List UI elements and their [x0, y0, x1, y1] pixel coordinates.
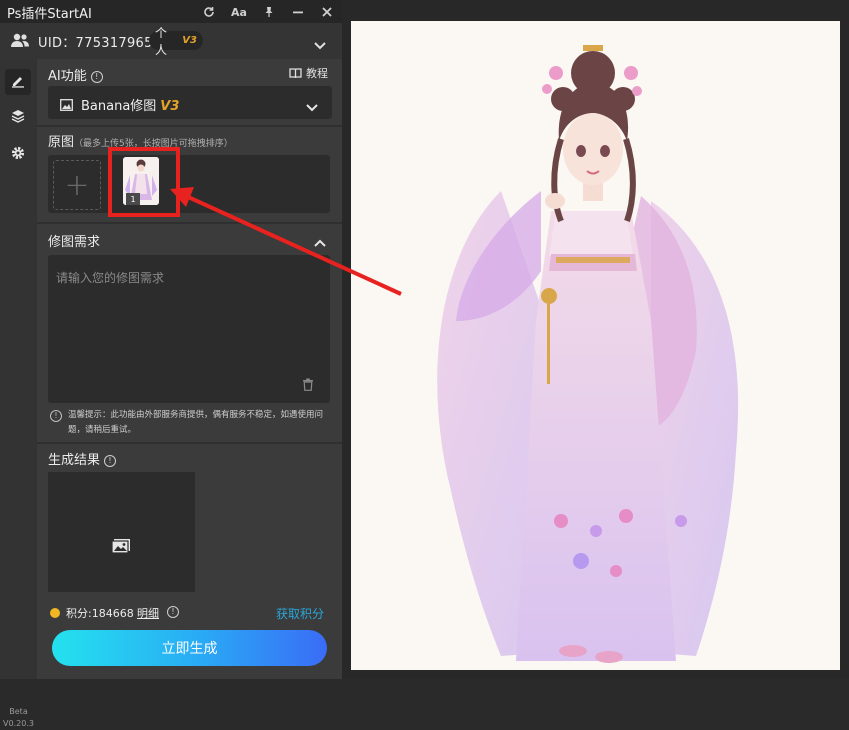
version-label: V0.20.3 — [3, 719, 34, 728]
beta-label: Beta — [9, 707, 28, 716]
version-info: Beta V0.20.3 — [0, 706, 37, 730]
annotation-arrow — [170, 187, 402, 296]
